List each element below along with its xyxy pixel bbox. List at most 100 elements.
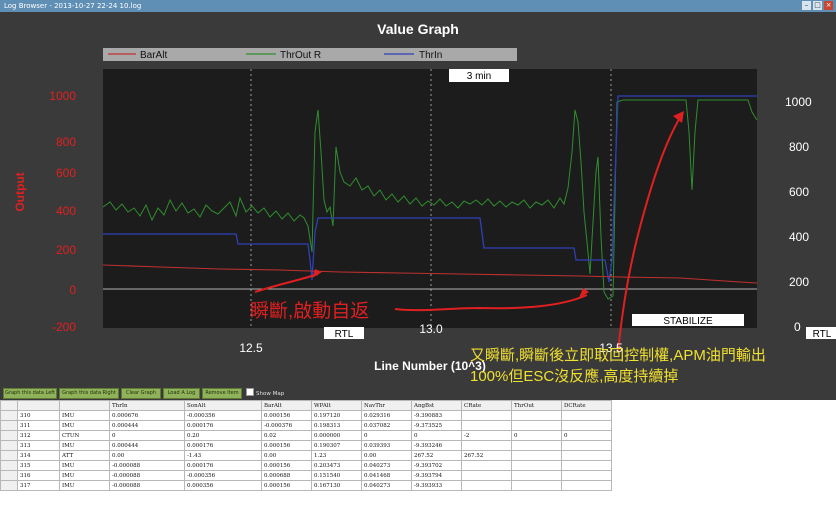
table-cell[interactable]: -2 (461, 430, 512, 441)
table-cell[interactable]: 1.23 (311, 450, 362, 461)
row-header-cell[interactable] (0, 480, 18, 491)
table-cell[interactable]: 0.000156 (261, 460, 312, 471)
column-header[interactable]: WPAlt (311, 400, 362, 411)
value-graph-panel[interactable]: Value Graph BarAlt ThrOut R ThrIn 3 min (0, 12, 836, 386)
graph-right-button[interactable]: Graph this data Right (59, 388, 119, 399)
value-graph[interactable]: BarAlt ThrOut R ThrIn 3 min Output 1000 (0, 12, 836, 386)
column-header[interactable]: ThrIn (109, 400, 185, 411)
close-icon[interactable]: × (824, 1, 833, 10)
table-cell[interactable]: -9.393933 (411, 480, 462, 491)
table-cell[interactable]: -0.000088 (109, 460, 185, 471)
table-cell[interactable]: 0.00 (361, 450, 412, 461)
row-header-cell[interactable] (0, 440, 18, 451)
table-row[interactable]: 316 IMU -0.000088 -0.000356 0.000688 0.151540… (0, 470, 612, 481)
table-cell[interactable] (561, 420, 612, 431)
table-cell[interactable]: -9.373525 (411, 420, 462, 431)
table-cell[interactable] (461, 480, 512, 491)
table-cell[interactable]: 313 (17, 440, 60, 451)
table-cell[interactable]: 0.000000 (311, 430, 362, 441)
table-cell[interactable] (461, 470, 512, 481)
table-cell[interactable]: 0.000156 (261, 480, 312, 491)
table-row[interactable]: 313 IMU 0.000444 0.000176 0.000156 0.190307 0.… (0, 440, 612, 451)
graph-left-button[interactable]: Graph this data Left (3, 388, 57, 399)
table-cell[interactable]: IMU (59, 470, 110, 481)
table-cell[interactable]: -1.43 (184, 450, 262, 461)
table-cell[interactable]: -0.000088 (109, 480, 185, 491)
table-row[interactable]: 317 IMU -0.000088 0.000356 0.000156 0.167130 0… (0, 480, 612, 491)
table-cell[interactable] (511, 460, 562, 471)
show-map-checkbox[interactable]: Show Map (246, 388, 284, 397)
table-cell[interactable]: 0.000156 (261, 410, 312, 421)
table-cell[interactable] (561, 440, 612, 451)
table-cell[interactable]: IMU (59, 410, 110, 421)
table-cell[interactable] (561, 450, 612, 461)
column-header[interactable]: AngBst (411, 400, 462, 411)
table-cell[interactable]: -9.393702 (411, 460, 462, 471)
table-cell[interactable] (511, 450, 562, 461)
table-cell[interactable]: -0.000356 (184, 410, 262, 421)
load-log-button[interactable]: Load A Log (163, 388, 200, 399)
table-cell[interactable]: -9.393246 (411, 440, 462, 451)
table-cell[interactable] (511, 440, 562, 451)
column-header[interactable] (17, 400, 60, 411)
table-row[interactable]: 315 IMU -0.000088 0.000176 0.000156 0.203473 0… (0, 460, 612, 471)
checkbox-icon[interactable] (246, 388, 254, 396)
table-cell[interactable]: 0.039393 (361, 440, 412, 451)
table-cell[interactable] (461, 440, 512, 451)
table-cell[interactable]: 267.52 (411, 450, 462, 461)
table-cell[interactable]: CTUN (59, 430, 110, 441)
table-cell[interactable]: 0.197120 (311, 410, 362, 421)
table-cell[interactable]: 0.040273 (361, 480, 412, 491)
table-cell[interactable]: 0.198313 (311, 420, 362, 431)
table-cell[interactable]: 0 (411, 430, 462, 441)
table-cell[interactable]: 314 (17, 450, 60, 461)
table-cell[interactable] (511, 420, 562, 431)
log-data-grid[interactable]: ThrIn SonAlt BarAlt WPAlt NavThr AngBst … (0, 400, 836, 506)
remove-item-button[interactable]: Remove Item (202, 388, 242, 399)
table-cell[interactable]: 0.167130 (311, 480, 362, 491)
table-cell[interactable]: 0.000676 (109, 410, 185, 421)
table-cell[interactable]: 0.041468 (361, 470, 412, 481)
table-cell[interactable]: 267.52 (461, 450, 512, 461)
table-cell[interactable]: -0.000356 (184, 470, 262, 481)
table-cell[interactable]: 0.000688 (261, 470, 312, 481)
table-cell[interactable]: 0.00 (109, 450, 185, 461)
table-cell[interactable]: 0.000444 (109, 420, 185, 431)
table-cell[interactable]: ATT (59, 450, 110, 461)
column-header[interactable]: NavThr (361, 400, 412, 411)
table-cell[interactable]: 0.000176 (184, 460, 262, 471)
minimize-icon[interactable]: – (802, 1, 811, 10)
table-cell[interactable] (561, 480, 612, 491)
table-cell[interactable] (461, 420, 512, 431)
table-cell[interactable]: -0.000088 (109, 470, 185, 481)
table-cell[interactable]: 0.000444 (109, 440, 185, 451)
row-header-cell[interactable] (0, 450, 18, 461)
table-cell[interactable]: -0.000376 (261, 420, 312, 431)
table-cell[interactable]: 0 (511, 430, 562, 441)
table-cell[interactable]: 0.203473 (311, 460, 362, 471)
column-header[interactable]: BarAlt (261, 400, 312, 411)
table-cell[interactable] (461, 460, 512, 471)
table-row[interactable]: 314 ATT 0.00 -1.43 0.00 1.23 0.00 267.52 267.52 (0, 450, 612, 461)
row-header-cell[interactable] (0, 410, 18, 421)
table-row[interactable]: 312 CTUN 0 0.20 0.02 0.000000 0 0 -2 0 0 (0, 430, 612, 441)
column-header[interactable]: DCRate (561, 400, 612, 411)
table-cell[interactable]: IMU (59, 440, 110, 451)
table-cell[interactable]: 0 (361, 430, 412, 441)
table-cell[interactable]: 0.000156 (261, 440, 312, 451)
table-cell[interactable]: 311 (17, 420, 60, 431)
table-cell[interactable] (561, 460, 612, 471)
clear-graph-button[interactable]: Clear Graph (121, 388, 161, 399)
column-header[interactable] (59, 400, 110, 411)
table-cell[interactable]: 0.190307 (311, 440, 362, 451)
table-row[interactable]: 310 IMU 0.000676 -0.000356 0.000156 0.197120 0… (0, 410, 612, 421)
table-cell[interactable] (511, 410, 562, 421)
table-cell[interactable]: 317 (17, 480, 60, 491)
table-cell[interactable] (561, 470, 612, 481)
table-cell[interactable]: 0.029316 (361, 410, 412, 421)
table-cell[interactable]: 315 (17, 460, 60, 471)
table-cell[interactable]: 0.000356 (184, 480, 262, 491)
table-cell[interactable]: 312 (17, 430, 60, 441)
table-cell[interactable]: 0.000176 (184, 420, 262, 431)
column-header[interactable]: CRate (461, 400, 512, 411)
